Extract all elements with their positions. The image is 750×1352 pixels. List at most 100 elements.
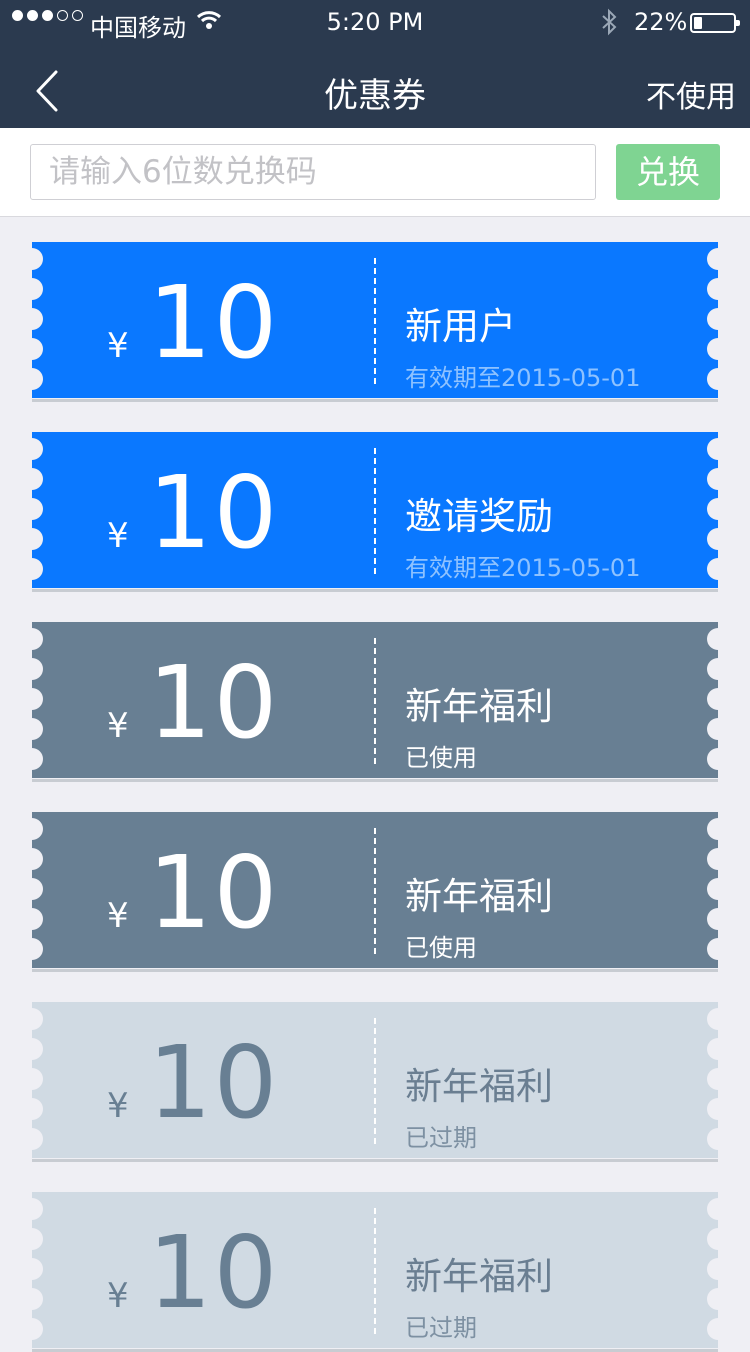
ticket-notch <box>707 308 729 330</box>
do-not-use-button[interactable]: 不使用 <box>646 72 736 116</box>
page-title: 优惠券 <box>324 76 426 116</box>
ticket-notch <box>21 658 43 680</box>
ticket-notch <box>21 628 43 650</box>
coupon-status: 已使用 <box>405 744 477 772</box>
redeem-code-input[interactable] <box>30 144 596 200</box>
ticket-notch <box>707 1068 729 1090</box>
ticket-notch <box>707 1288 729 1310</box>
ticket-notch <box>21 938 43 960</box>
battery-level <box>694 17 702 29</box>
ticket-notch <box>21 1318 43 1340</box>
coupon-status: 已过期 <box>405 1314 477 1342</box>
ticket-notch <box>707 468 729 490</box>
ticket-notch <box>21 438 43 460</box>
ticket-notch <box>707 688 729 710</box>
coupon-divider <box>374 1208 376 1334</box>
ticket-notch <box>707 908 729 930</box>
battery-tip <box>736 20 740 26</box>
ticket-notch <box>21 1198 43 1220</box>
coupon-name: 新年福利 <box>405 875 553 918</box>
battery-percentage: 22% <box>634 8 688 36</box>
header: 中国移动 5:20 PM 22% 优惠券 不使用 <box>0 0 750 128</box>
ticket-notch <box>21 558 43 580</box>
ticket-notch <box>707 1258 729 1280</box>
coupon-shadow <box>32 1159 718 1162</box>
coupon-divider <box>374 828 376 954</box>
ticket-notch <box>21 1038 43 1060</box>
ticket-notch <box>21 468 43 490</box>
ticket-notch <box>707 818 729 840</box>
ticket-notch <box>707 278 729 300</box>
ticket-notch <box>21 818 43 840</box>
coupon-shadow <box>32 779 718 782</box>
coupon-card[interactable]: ¥10 新年福利已使用 <box>21 812 729 972</box>
coupon-amount: 10 <box>148 644 280 761</box>
ticket-notch <box>707 1098 729 1120</box>
ticket-notch <box>707 1228 729 1250</box>
ticket-notch <box>707 658 729 680</box>
ticket-notch <box>707 718 729 740</box>
ticket-notch <box>21 908 43 930</box>
ticket-notch <box>707 938 729 960</box>
coupon-divider <box>374 638 376 764</box>
coupon-status: 已过期 <box>405 1124 477 1152</box>
ticket-notch <box>707 748 729 770</box>
ticket-notch <box>707 248 729 270</box>
ticket-notch <box>707 1038 729 1060</box>
coupon-status: 已使用 <box>405 934 477 962</box>
coupon-shadow <box>32 399 718 402</box>
coupon-card[interactable]: ¥10 新年福利已使用 <box>21 622 729 782</box>
redeem-bar: 兑换 <box>0 128 750 217</box>
ticket-notch <box>707 878 729 900</box>
ticket-notch <box>21 368 43 390</box>
ticket-notch <box>21 498 43 520</box>
ticket-notch <box>21 1128 43 1150</box>
coupon-shadow <box>32 589 718 592</box>
ticket-notch <box>21 1228 43 1250</box>
coupon-amount: 10 <box>148 264 280 381</box>
ticket-notch <box>21 1258 43 1280</box>
ticket-notch <box>21 248 43 270</box>
ticket-notch <box>21 278 43 300</box>
navigation-bar: 优惠券 不使用 <box>0 46 750 128</box>
ticket-notch <box>21 1068 43 1090</box>
ticket-notch <box>707 498 729 520</box>
ticket-notch <box>21 1288 43 1310</box>
coupon-name: 邀请奖励 <box>405 495 553 538</box>
coupon-currency: ¥ <box>107 326 129 366</box>
coupon-currency: ¥ <box>107 706 129 746</box>
battery-icon <box>690 13 740 33</box>
ticket-notch <box>21 688 43 710</box>
coupon-amount: 10 <box>148 834 280 951</box>
ticket-notch <box>707 558 729 580</box>
ticket-notch <box>707 1318 729 1340</box>
coupon-divider <box>374 258 376 384</box>
coupon-card[interactable]: ¥10 新用户有效期至2015-05-01 <box>21 242 729 402</box>
ticket-notch <box>707 1008 729 1030</box>
coupon-amount: 10 <box>148 1214 280 1331</box>
ticket-notch <box>707 1128 729 1150</box>
coupon-status: 有效期至2015-05-01 <box>405 554 641 582</box>
coupon-card[interactable]: ¥10 新年福利 已过期 <box>21 1192 729 1352</box>
ticket-notch <box>21 528 43 550</box>
coupon-currency: ¥ <box>107 896 129 936</box>
ticket-notch <box>707 438 729 460</box>
coupon-card[interactable]: ¥10 邀请奖励 有效期至2015-05-01 <box>21 432 729 592</box>
ticket-notch <box>707 528 729 550</box>
ticket-notch <box>21 748 43 770</box>
coupon-card[interactable]: ¥10 新年福利 已过期 <box>21 1002 729 1162</box>
redeem-button[interactable]: 兑换 <box>616 144 720 200</box>
coupon-status: 有效期至2015-05-01 <box>405 364 641 392</box>
coupon-name: 新年福利 <box>405 1065 553 1108</box>
ticket-notch <box>21 1098 43 1120</box>
coupon-shadow <box>32 969 718 972</box>
coupon-name: 新年福利 <box>405 685 553 728</box>
ticket-notch <box>21 338 43 360</box>
coupon-divider <box>374 448 376 574</box>
coupon-name: 新年福利 <box>405 1255 553 1298</box>
bluetooth-icon <box>600 8 618 42</box>
status-bar: 中国移动 5:20 PM 22% <box>0 0 750 46</box>
coupon-amount: 10 <box>148 454 280 571</box>
coupon-name: 新用户 <box>405 305 516 348</box>
ticket-notch <box>21 848 43 870</box>
